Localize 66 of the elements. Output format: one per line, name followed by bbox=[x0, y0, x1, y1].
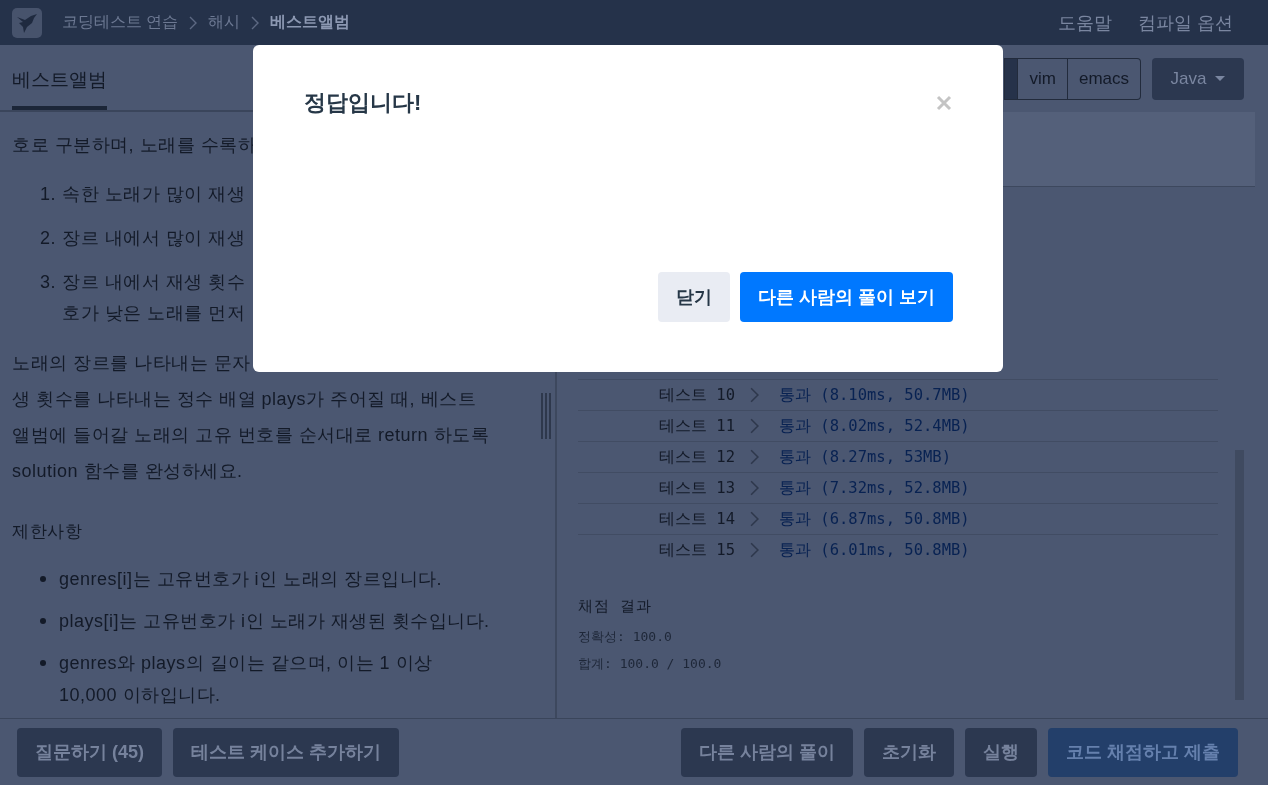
bullet-icon bbox=[40, 576, 46, 582]
breadcrumb-link[interactable]: 코딩테스트 연습 bbox=[62, 12, 179, 33]
logo-icon[interactable] bbox=[12, 7, 42, 38]
chevron-right-icon bbox=[750, 387, 759, 403]
description-text: 생 횟수를 나타내는 정수 배열 plays가 주어질 때, 베스트 bbox=[12, 388, 477, 411]
keymap-option-edge[interactable] bbox=[1004, 58, 1018, 99]
test-name: 테스트 10 bbox=[659, 384, 736, 406]
test-name: 테스트 15 bbox=[659, 539, 736, 561]
section-heading: 제한사항 bbox=[12, 521, 82, 543]
keymap-option[interactable]: vim bbox=[1017, 58, 1067, 99]
constraint-text: genres와 plays의 길이는 같으며, 이는 1 이상 10,000 이하입니다. bbox=[59, 652, 434, 707]
breadcrumb-current[interactable]: 베스트앨범 bbox=[270, 12, 351, 33]
constraint-text: genres[i]는 고유번호가 i인 노래의 장르입니다. bbox=[59, 568, 444, 591]
breadcrumb-link[interactable]: 해시 bbox=[208, 12, 241, 33]
chevron-right-icon bbox=[750, 449, 759, 465]
header-link[interactable]: 컴파일 옵션 bbox=[1138, 10, 1233, 35]
test-result: 통과 (6.01ms, 50.8MB) bbox=[779, 539, 970, 561]
list-number: 1. bbox=[40, 183, 57, 206]
chevron-right-icon bbox=[750, 418, 759, 434]
caret-down-icon bbox=[1215, 76, 1226, 81]
bullet-icon bbox=[40, 618, 46, 624]
test-result: 통과 (6.87ms, 50.8MB) bbox=[779, 508, 970, 530]
test-result: 통과 (8.27ms, 53MB) bbox=[779, 446, 951, 468]
language-dropdown[interactable]: Java bbox=[1152, 57, 1244, 100]
test-result: 통과 (8.02ms, 52.4MB) bbox=[779, 415, 970, 437]
problem-tab[interactable]: 베스트앨범 bbox=[12, 45, 107, 110]
keymap-option[interactable]: emacs bbox=[1066, 58, 1140, 99]
chevron-right-icon bbox=[750, 542, 759, 558]
test-name: 테스트 13 bbox=[659, 477, 736, 499]
footer-button[interactable]: 실행 bbox=[965, 727, 1037, 777]
chevron-right-icon bbox=[750, 480, 759, 496]
footer-button[interactable]: 테스트 케이스 추가하기 bbox=[173, 727, 400, 777]
test-name: 테스트 12 bbox=[659, 446, 736, 468]
rule-text: 호가 낮은 노래를 먼저 bbox=[62, 302, 245, 325]
header-link[interactable]: 도움말 bbox=[1058, 10, 1113, 35]
dialog-button[interactable]: 닫기 bbox=[658, 272, 730, 322]
constraint-text: plays[i]는 고유번호가 i인 노래가 재생된 횟수입니다. bbox=[59, 610, 491, 633]
summary-title: 채점 결과 bbox=[578, 597, 652, 616]
chevron-right-icon bbox=[189, 15, 198, 30]
bullet-icon bbox=[40, 660, 46, 666]
list-number: 3. bbox=[40, 271, 57, 294]
summary-line: 정확성: 100.0 bbox=[578, 628, 672, 646]
footer-button[interactable]: 질문하기 (45) bbox=[17, 727, 162, 777]
chevron-right-icon bbox=[251, 15, 260, 30]
list-number: 2. bbox=[40, 227, 57, 250]
dialog-button[interactable]: 다른 사람의 풀이 보기 bbox=[740, 272, 953, 322]
test-name: 테스트 14 bbox=[659, 508, 736, 530]
rule-text: 장르 내에서 재생 횟수 bbox=[62, 271, 245, 294]
close-button[interactable] bbox=[936, 95, 952, 111]
chevron-right-icon bbox=[750, 511, 759, 527]
test-result: 통과 (7.32ms, 52.8MB) bbox=[779, 477, 970, 499]
footer-button[interactable]: 초기화 bbox=[864, 727, 954, 777]
test-name: 테스트 11 bbox=[659, 415, 736, 437]
description-text: 호로 구분하며, 노래를 수록하 bbox=[12, 134, 256, 157]
rule-text: 장르 내에서 많이 재생 bbox=[62, 227, 245, 250]
rule-text: 속한 노래가 많이 재생 bbox=[62, 183, 245, 206]
description-text: 노래의 장르를 나타내는 문자 bbox=[12, 352, 251, 375]
submit-button[interactable]: 코드 채점하고 제출 bbox=[1048, 727, 1238, 777]
close-icon bbox=[936, 95, 952, 111]
dialog-title: 정답입니다! bbox=[304, 89, 422, 117]
description-text: solution 함수를 완성하세요. bbox=[12, 460, 243, 483]
test-result: 통과 (8.10ms, 50.7MB) bbox=[779, 384, 970, 406]
description-text: 앨범에 들어갈 노래의 고유 번호를 순서대로 return 하도록 bbox=[12, 424, 490, 447]
resize-handle-icon[interactable] bbox=[541, 393, 551, 439]
summary-line: 합계: 100.0 / 100.0 bbox=[578, 655, 722, 673]
footer-button[interactable]: 다른 사람의 풀이 bbox=[680, 727, 853, 777]
